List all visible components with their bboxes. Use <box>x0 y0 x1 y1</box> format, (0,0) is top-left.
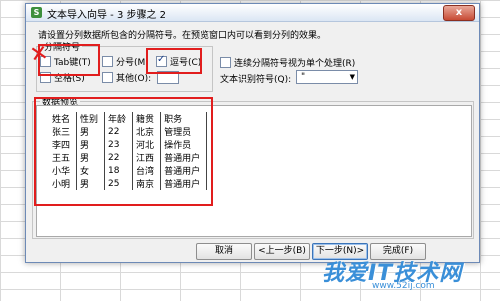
chevron-down-icon: ▼ <box>349 73 355 81</box>
semicolon-checkbox[interactable]: 分号(M) <box>102 55 149 68</box>
app-icon: S <box>31 7 42 18</box>
text-qualifier-label: 文本识别符号(Q): <box>220 75 292 85</box>
text-qualifier-select[interactable]: " ▼ <box>296 70 358 84</box>
back-button[interactable]: <上一步(B) <box>254 243 310 260</box>
consecutive-delimiter-box[interactable] <box>220 56 231 68</box>
dialog-title: 文本导入向导 - 3 步骤之 2 <box>47 10 167 21</box>
other-checkbox[interactable]: 其他(O): <box>102 71 151 84</box>
cancel-button[interactable]: 取消 <box>196 243 252 260</box>
consecutive-delimiter-label: 连续分隔符号视为单个处理(R) <box>234 58 356 69</box>
text-qualifier-value: " <box>301 72 306 82</box>
close-button[interactable]: x <box>443 5 475 21</box>
comma-annotation-box <box>146 48 202 74</box>
consecutive-delimiter-checkbox[interactable]: 连续分隔符号视为单个处理(R) <box>220 56 356 69</box>
semicolon-checkbox-box[interactable] <box>102 55 113 67</box>
other-checkbox-box[interactable] <box>102 71 113 83</box>
watermark-url: www.52ij.com <box>372 281 435 291</box>
title-bar: S 文本导入向导 - 3 步骤之 2 x <box>26 4 479 22</box>
preview-annotation-box <box>34 97 213 206</box>
semicolon-checkbox-label: 分号(M) <box>116 57 149 68</box>
